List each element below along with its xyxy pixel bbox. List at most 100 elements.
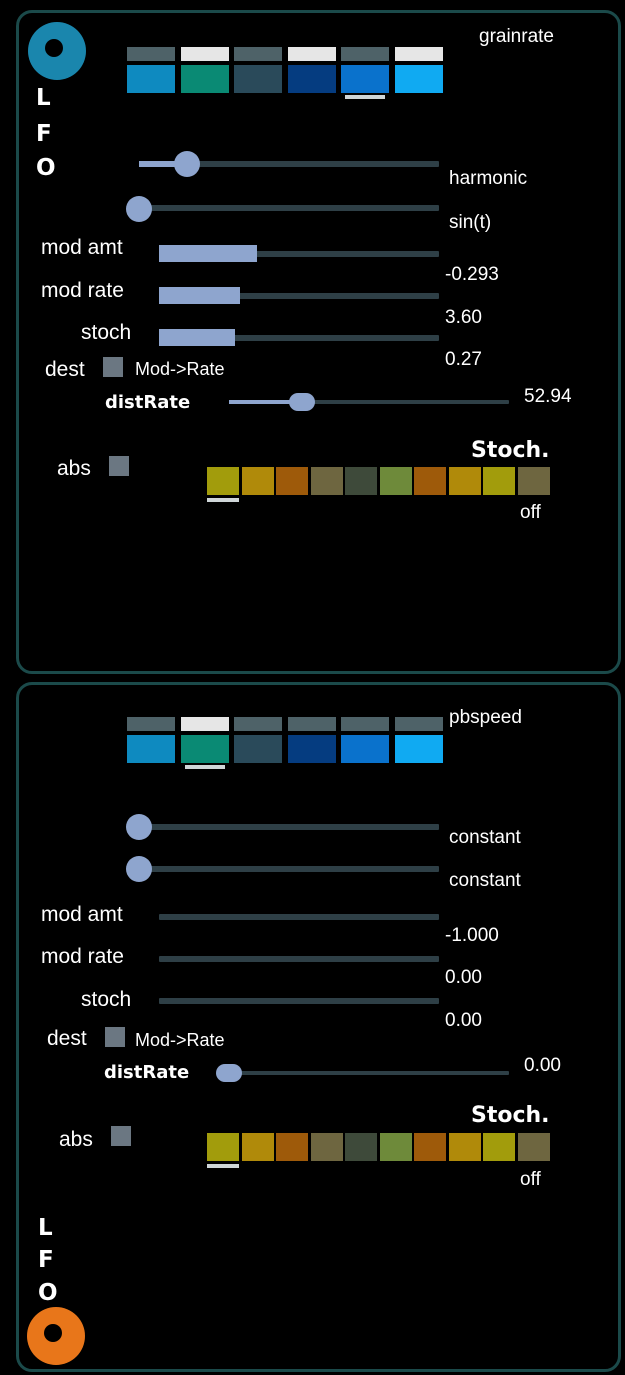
- abs-label: abs: [57, 457, 91, 480]
- mod-amt-label: mod amt: [41, 903, 123, 926]
- dest-value: Mod->Rate: [135, 359, 225, 379]
- shape-slider-track[interactable]: [139, 824, 439, 830]
- abs-label: abs: [59, 1128, 93, 1151]
- mod-amt-label: mod amt: [41, 236, 123, 259]
- waveform-swatch-top[interactable]: [287, 717, 336, 731]
- selected-indicator: [207, 498, 239, 502]
- stoch-swatch[interactable]: [345, 1133, 377, 1161]
- function-slider-knob[interactable]: [126, 196, 152, 222]
- lfo-letter: O: [36, 155, 56, 181]
- mod-rate-label: mod rate: [41, 279, 124, 302]
- shape-slider-knob[interactable]: [174, 151, 200, 177]
- selected-indicator: [207, 1164, 239, 1168]
- dist-rate-track[interactable]: [229, 1071, 509, 1075]
- lfo-panel-2: pbspeed constant constant mod amt -1.000…: [16, 682, 621, 1372]
- mod-amt-value: -0.293: [445, 264, 499, 285]
- stoch-swatch[interactable]: [379, 1133, 412, 1161]
- waveform-swatch[interactable]: [341, 735, 389, 763]
- dest-checkbox[interactable]: [105, 1027, 125, 1047]
- mod-rate-fill: [159, 287, 241, 304]
- stoch-swatch[interactable]: [448, 467, 481, 495]
- waveform-swatch-top[interactable]: [127, 47, 175, 61]
- stoch-swatch[interactable]: [517, 1133, 550, 1161]
- lfo-letter: O: [38, 1280, 58, 1306]
- function-slider-knob[interactable]: [126, 856, 152, 882]
- waveform-swatch[interactable]: [341, 65, 389, 93]
- mod-rate-value: 3.60: [445, 307, 482, 328]
- function-slider-track[interactable]: [139, 205, 439, 211]
- stoch-swatch[interactable]: [517, 467, 550, 495]
- stoch-swatch[interactable]: [483, 1133, 515, 1161]
- waveform-swatch-top[interactable]: [180, 47, 229, 61]
- dist-rate-knob[interactable]: [288, 393, 315, 411]
- stoch-swatch[interactable]: [345, 467, 377, 495]
- stoch-value: 0.00: [445, 1010, 482, 1031]
- waveform-swatch[interactable]: [180, 735, 229, 763]
- stoch-label: stoch: [81, 988, 132, 1011]
- stoch-track[interactable]: [159, 998, 439, 1004]
- waveform-swatch-top[interactable]: [234, 717, 282, 731]
- waveform-swatch[interactable]: [127, 65, 175, 93]
- function-label: constant: [449, 870, 521, 891]
- lfo2-ring-icon[interactable]: [27, 1307, 85, 1365]
- abs-checkbox[interactable]: [111, 1126, 131, 1146]
- stoch-value: 0.27: [445, 349, 482, 370]
- mod-amt-fill: [159, 245, 257, 262]
- dest-value: Mod->Rate: [135, 1030, 225, 1050]
- waveform-swatches: [127, 47, 447, 107]
- stoch-swatch[interactable]: [414, 467, 446, 495]
- stoch-swatch[interactable]: [448, 1133, 481, 1161]
- dist-rate-label: distRate: [105, 392, 191, 413]
- waveform-swatch[interactable]: [127, 735, 175, 763]
- function-label: sin(t): [449, 212, 492, 233]
- selected-indicator: [184, 765, 225, 769]
- stoch-swatch[interactable]: [310, 467, 343, 495]
- mod-rate-label: mod rate: [41, 945, 124, 968]
- mod-rate-track[interactable]: [159, 956, 439, 962]
- stoch-swatch[interactable]: [414, 1133, 446, 1161]
- lfo-panel-1: L F O grainrate harmonic sin(t) mod amt …: [16, 10, 621, 674]
- lfo-letter: F: [38, 1247, 54, 1273]
- stoch-swatch[interactable]: [207, 1133, 239, 1161]
- mod-amt-value: -1.000: [445, 925, 499, 946]
- mod-amt-track[interactable]: [159, 914, 439, 920]
- stoch-swatches: [207, 1133, 552, 1168]
- dest-checkbox[interactable]: [103, 357, 123, 377]
- waveform-swatch-top[interactable]: [234, 47, 282, 61]
- stoch-swatch[interactable]: [483, 467, 515, 495]
- waveform-swatch[interactable]: [394, 65, 443, 93]
- target-label: pbspeed: [449, 707, 522, 728]
- stoch-swatch[interactable]: [379, 467, 412, 495]
- abs-checkbox[interactable]: [109, 456, 129, 476]
- stoch-swatch[interactable]: [310, 1133, 343, 1161]
- dist-rate-label: distRate: [104, 1062, 190, 1083]
- stoch-swatch[interactable]: [241, 1133, 274, 1161]
- shape-label: harmonic: [449, 168, 528, 189]
- stoch-swatch[interactable]: [276, 467, 308, 495]
- waveform-swatch-top[interactable]: [287, 47, 336, 61]
- waveform-swatch-top[interactable]: [127, 717, 175, 731]
- target-label: grainrate: [479, 26, 554, 47]
- stoch-fill: [159, 329, 235, 346]
- stoch-swatches: [207, 467, 552, 502]
- dist-rate-knob[interactable]: [216, 1064, 242, 1082]
- waveform-swatch-top[interactable]: [341, 717, 389, 731]
- stoch-swatch[interactable]: [207, 467, 239, 495]
- waveform-swatch[interactable]: [394, 735, 443, 763]
- waveform-swatch[interactable]: [234, 65, 282, 93]
- function-slider-track[interactable]: [139, 866, 439, 872]
- selected-indicator: [345, 95, 385, 99]
- waveform-swatch-top[interactable]: [180, 717, 229, 731]
- waveform-swatch[interactable]: [287, 65, 336, 93]
- waveform-swatch[interactable]: [180, 65, 229, 93]
- stoch-swatch[interactable]: [276, 1133, 308, 1161]
- waveform-swatch[interactable]: [234, 735, 282, 763]
- dest-label: dest: [45, 358, 85, 381]
- shape-slider-knob[interactable]: [126, 814, 152, 840]
- waveform-swatch-top[interactable]: [394, 717, 443, 731]
- waveform-swatch-top[interactable]: [394, 47, 443, 61]
- lfo1-ring-icon[interactable]: [28, 22, 86, 80]
- stoch-swatch[interactable]: [241, 467, 274, 495]
- waveform-swatch-top[interactable]: [341, 47, 389, 61]
- waveform-swatch[interactable]: [287, 735, 336, 763]
